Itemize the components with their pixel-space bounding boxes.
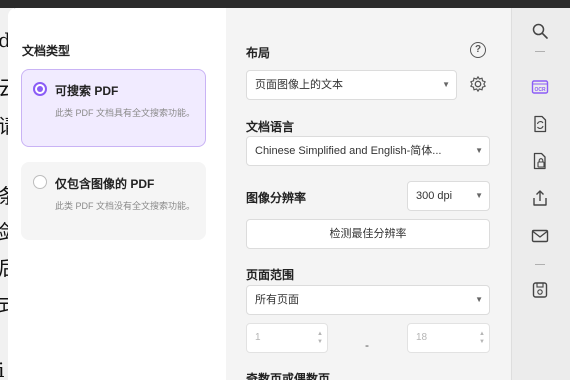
option-image-only-pdf[interactable]: 仅包含图像的 PDF 此类 PDF 文档没有全文搜索功能。 [21, 162, 206, 240]
option-label: 仅包含图像的 PDF [55, 177, 155, 191]
resolution-title: 图像分辨率 [246, 191, 307, 205]
range-to-value: 18 [416, 332, 428, 343]
toolbar-divider [535, 264, 545, 265]
range-from-value: 1 [255, 332, 261, 343]
toolbar-divider [535, 51, 545, 52]
radio-selected-icon[interactable] [33, 82, 47, 96]
stepper-icon[interactable]: ▲ ▼ [317, 330, 323, 346]
mail-icon[interactable] [531, 227, 549, 245]
radio-unselected-icon[interactable] [33, 175, 47, 189]
page-range-title: 页面范围 [246, 268, 295, 282]
chevron-down-icon: ▼ [475, 146, 483, 155]
language-value: Chinese Simplified and English-简体... [255, 145, 442, 157]
search-icon[interactable] [531, 22, 549, 40]
right-toolbar: OCR [511, 8, 570, 380]
odd-even-title: 奇数页或偶数页 [246, 372, 331, 380]
layout-title: 布局 [246, 46, 271, 60]
page-range-select[interactable]: 所有页面 ▼ [246, 285, 490, 315]
ocr-icon[interactable]: OCR [531, 78, 549, 96]
option-searchable-pdf[interactable]: 可搜索 PDF 此类 PDF 文档具有全文搜索功能。 [21, 69, 206, 147]
option-description: 此类 PDF 文档具有全文搜索功能。 [55, 108, 196, 118]
top-bar [0, 0, 570, 8]
stepper-icon[interactable]: ▲ ▼ [479, 330, 485, 346]
share-icon[interactable] [531, 189, 549, 207]
save-icon[interactable] [531, 281, 549, 299]
protect-icon[interactable] [531, 152, 549, 170]
ocr-settings-panel: 布局 ? 页面图像上的文本 ▼ 文档语言 Chinese Simplified … [226, 8, 511, 380]
resolution-select[interactable]: 300 dpi ▼ [407, 181, 490, 211]
layout-select[interactable]: 页面图像上的文本 ▼ [246, 70, 457, 100]
range-from-input[interactable]: 1 ▲ ▼ [246, 323, 328, 353]
chevron-down-icon: ▼ [475, 295, 483, 304]
range-separator: - [365, 338, 369, 352]
option-label: 可搜索 PDF [55, 84, 119, 98]
doc-char: i [0, 358, 5, 380]
document-type-panel: 文档类型 可搜索 PDF 此类 PDF 文档具有全文搜索功能。 仅包含图像的 P… [8, 8, 226, 380]
chevron-down-icon: ▼ [442, 80, 450, 89]
resolution-value: 300 dpi [416, 190, 453, 202]
gear-icon[interactable] [469, 75, 487, 93]
layout-value: 页面图像上的文本 [255, 79, 343, 91]
language-select[interactable]: Chinese Simplified and English-简体... ▼ [246, 136, 490, 166]
range-to-input[interactable]: 18 ▲ ▼ [407, 323, 490, 353]
page-range-value: 所有页面 [255, 294, 299, 306]
detect-resolution-button[interactable]: 检测最佳分辨率 [246, 219, 490, 249]
help-icon[interactable]: ? [470, 42, 486, 58]
svg-text:OCR: OCR [534, 87, 546, 93]
language-title: 文档语言 [246, 120, 295, 134]
convert-icon[interactable] [531, 115, 549, 133]
chevron-down-icon: ▼ [475, 191, 483, 200]
option-description: 此类 PDF 文档没有全文搜索功能。 [55, 201, 196, 211]
document-type-title: 文档类型 [22, 44, 71, 58]
